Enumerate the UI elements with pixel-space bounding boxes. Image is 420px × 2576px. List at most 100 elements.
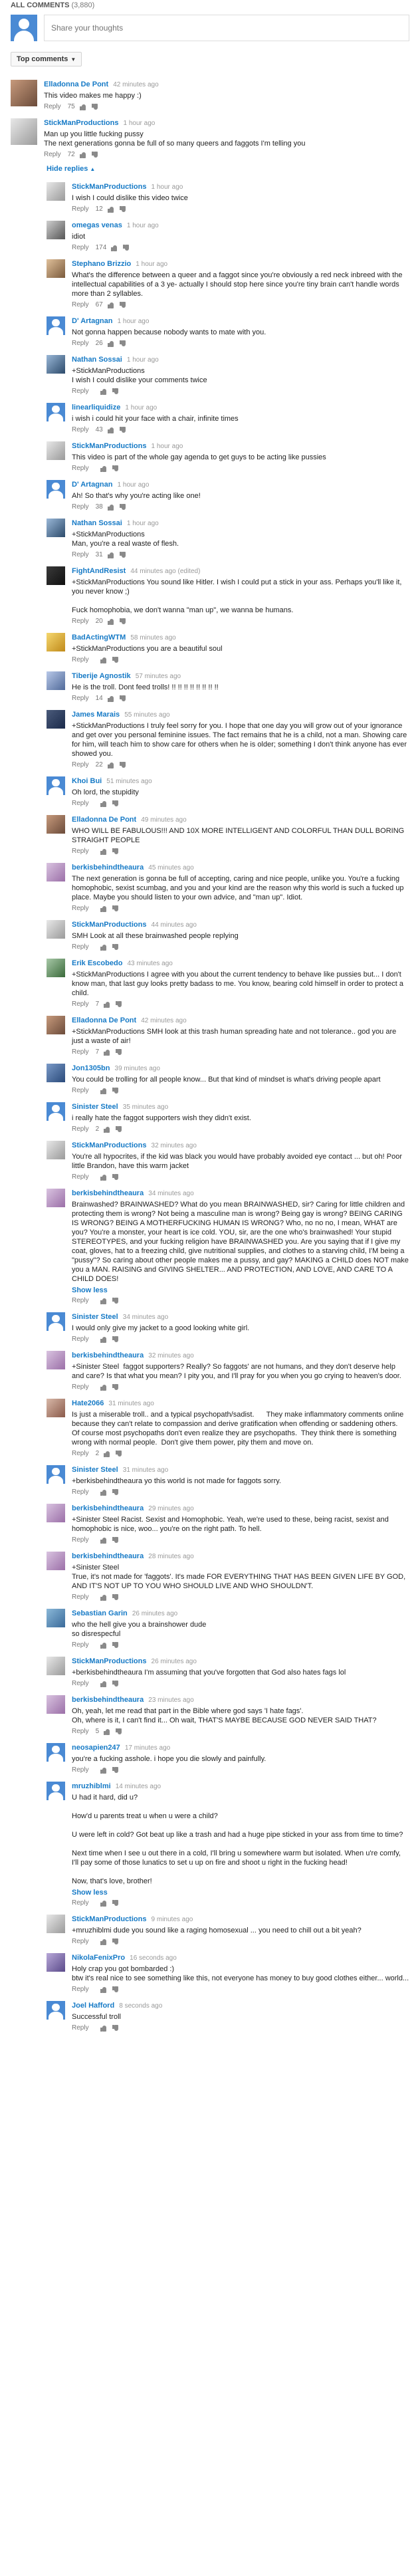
reply-button[interactable]: Reply bbox=[72, 1488, 89, 1496]
author-avatar[interactable] bbox=[47, 1312, 65, 1331]
comment-time[interactable]: 43 minutes ago bbox=[127, 960, 172, 967]
comment-time[interactable]: 26 minutes ago bbox=[152, 1658, 197, 1665]
reply-button[interactable]: Reply bbox=[72, 551, 89, 558]
author-avatar[interactable] bbox=[47, 1141, 65, 1159]
author-avatar[interactable] bbox=[47, 1953, 65, 1972]
thumbs-up-icon[interactable] bbox=[100, 1767, 106, 1774]
thumbs-down-icon[interactable] bbox=[91, 103, 98, 110]
reply-button[interactable]: Reply bbox=[72, 1336, 89, 1343]
thumbs-up-icon[interactable] bbox=[100, 1594, 106, 1601]
author-avatar[interactable] bbox=[47, 1351, 65, 1369]
reply-button[interactable]: Reply bbox=[72, 1087, 89, 1094]
comment-time[interactable]: 17 minutes ago bbox=[125, 1744, 170, 1752]
comment-author[interactable]: Khoi Bui bbox=[72, 777, 102, 785]
reply-button[interactable]: Reply bbox=[72, 388, 89, 395]
reply-button[interactable]: Reply bbox=[72, 1899, 89, 1907]
thumbs-down-icon[interactable] bbox=[112, 1766, 118, 1774]
author-avatar[interactable] bbox=[47, 1016, 65, 1034]
thumbs-up-icon[interactable] bbox=[107, 504, 114, 511]
thumbs-down-icon[interactable] bbox=[112, 943, 118, 951]
thumbs-up-icon[interactable] bbox=[100, 944, 106, 951]
comment-time[interactable]: 31 minutes ago bbox=[123, 1466, 168, 1474]
thumbs-down-icon[interactable] bbox=[112, 1899, 118, 1907]
author-avatar[interactable] bbox=[47, 259, 65, 278]
thumbs-up-icon[interactable] bbox=[100, 657, 106, 663]
thumbs-down-icon[interactable] bbox=[112, 1680, 118, 1687]
thumbs-down-icon[interactable] bbox=[119, 503, 126, 511]
reply-button[interactable]: Reply bbox=[72, 1728, 89, 1735]
comment-time[interactable]: 29 minutes ago bbox=[148, 1505, 193, 1512]
thumbs-down-icon[interactable] bbox=[91, 151, 98, 158]
author-avatar[interactable] bbox=[47, 1695, 65, 1714]
comment-author[interactable]: D' Artagnan bbox=[72, 481, 113, 489]
comment-author[interactable]: StickManProductions bbox=[72, 442, 146, 450]
thumbs-up-icon[interactable] bbox=[100, 1298, 106, 1304]
comment-time[interactable]: 1 hour ago bbox=[124, 120, 156, 127]
thumbs-up-icon[interactable] bbox=[100, 905, 106, 912]
thumbs-up-icon[interactable] bbox=[100, 1384, 106, 1391]
reply-button[interactable]: Reply bbox=[72, 426, 89, 433]
thumbs-up-icon[interactable] bbox=[100, 1088, 106, 1094]
thumbs-down-icon[interactable] bbox=[115, 1728, 122, 1735]
thumbs-down-icon[interactable] bbox=[112, 1536, 118, 1544]
author-avatar[interactable] bbox=[47, 815, 65, 834]
reply-button[interactable]: Reply bbox=[72, 761, 89, 768]
author-avatar[interactable] bbox=[47, 566, 65, 585]
comment-author[interactable]: Elladonna De Pont bbox=[72, 816, 136, 824]
comment-time[interactable]: 44 minutes ago (edited) bbox=[130, 568, 200, 575]
comment-time[interactable]: 1 hour ago bbox=[127, 520, 159, 527]
comment-author[interactable]: berkisbehindtheaura bbox=[72, 1189, 144, 1197]
reply-button[interactable]: Reply bbox=[72, 695, 89, 702]
comment-author[interactable]: Erik Escobedo bbox=[72, 959, 122, 967]
thumbs-down-icon[interactable] bbox=[112, 1593, 118, 1601]
comment-author[interactable]: NikolaFenixPro bbox=[72, 1954, 125, 1962]
author-avatar[interactable] bbox=[47, 221, 65, 239]
reply-button[interactable]: Reply bbox=[72, 1680, 89, 1687]
comment-time[interactable]: 9 minutes ago bbox=[152, 1916, 193, 1923]
thumbs-up-icon[interactable] bbox=[100, 800, 106, 807]
reply-button[interactable]: Reply bbox=[72, 205, 89, 213]
reply-button[interactable]: Reply bbox=[72, 905, 89, 912]
author-avatar[interactable] bbox=[47, 920, 65, 939]
comment-author[interactable]: Joel Hafford bbox=[72, 2002, 114, 2010]
thumbs-down-icon[interactable] bbox=[112, 1641, 118, 1649]
author-avatar[interactable] bbox=[47, 776, 65, 795]
show-less-link[interactable]: Show less bbox=[72, 1889, 409, 1897]
thumbs-down-icon[interactable] bbox=[119, 340, 126, 347]
thumbs-down-icon[interactable] bbox=[112, 1336, 118, 1343]
thumbs-up-icon[interactable] bbox=[103, 1049, 110, 1056]
comment-time[interactable]: 1 hour ago bbox=[127, 356, 159, 364]
thumbs-up-icon[interactable] bbox=[100, 1900, 106, 1907]
reply-button[interactable]: Reply bbox=[44, 103, 61, 110]
comment-author[interactable]: Nathan Sossai bbox=[72, 519, 122, 527]
author-avatar[interactable] bbox=[47, 863, 65, 881]
hide-replies-link[interactable]: Hide replies ▲ bbox=[5, 162, 415, 178]
author-avatar[interactable] bbox=[11, 80, 37, 106]
comment-author[interactable]: berkisbehindtheaura bbox=[72, 1504, 144, 1512]
reply-button[interactable]: Reply bbox=[72, 1536, 89, 1544]
comment-time[interactable]: 44 minutes ago bbox=[152, 921, 197, 929]
comment-time[interactable]: 28 minutes ago bbox=[148, 1553, 193, 1560]
author-avatar[interactable] bbox=[47, 1552, 65, 1570]
reply-button[interactable]: Reply bbox=[72, 1125, 89, 1133]
reply-button[interactable]: Reply bbox=[72, 656, 89, 663]
author-avatar[interactable] bbox=[47, 1102, 65, 1121]
thumbs-down-icon[interactable] bbox=[112, 1938, 118, 1945]
reply-button[interactable]: Reply bbox=[72, 340, 89, 347]
comment-author[interactable]: StickManProductions bbox=[72, 921, 146, 929]
thumbs-up-icon[interactable] bbox=[79, 152, 86, 158]
comment-author[interactable]: Jon1305bn bbox=[72, 1064, 110, 1072]
author-avatar[interactable] bbox=[47, 403, 65, 421]
comment-author[interactable]: StickManProductions bbox=[44, 119, 118, 127]
thumbs-up-icon[interactable] bbox=[100, 848, 106, 855]
comment-author[interactable]: Sebastian Garin bbox=[72, 1609, 128, 1617]
comment-time[interactable]: 1 hour ago bbox=[127, 222, 159, 229]
reply-button[interactable]: Reply bbox=[72, 301, 89, 308]
thumbs-up-icon[interactable] bbox=[100, 1489, 106, 1496]
thumbs-up-icon[interactable] bbox=[100, 388, 106, 395]
author-avatar[interactable] bbox=[47, 1504, 65, 1522]
comment-time[interactable]: 1 hour ago bbox=[118, 318, 150, 325]
reply-button[interactable]: Reply bbox=[72, 465, 89, 472]
author-avatar[interactable] bbox=[47, 1609, 65, 1627]
thumbs-down-icon[interactable] bbox=[112, 656, 118, 663]
